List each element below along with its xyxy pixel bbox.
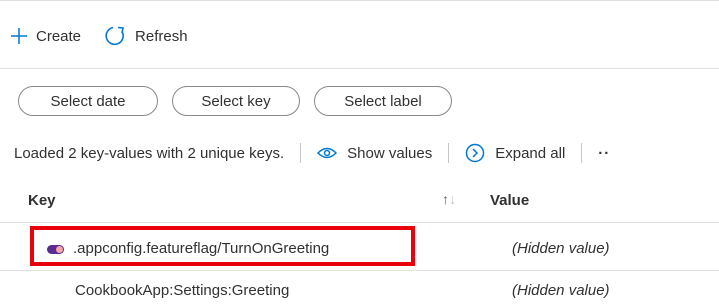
sort-down-icon: ↓ <box>449 191 456 207</box>
row-value: (Hidden value) <box>512 282 610 299</box>
refresh-button[interactable]: Refresh <box>103 24 188 48</box>
separator <box>448 143 450 163</box>
command-bar: Create Refresh <box>10 24 210 48</box>
select-label-button[interactable]: Select label <box>314 86 452 116</box>
separator <box>581 143 583 163</box>
row-divider <box>0 270 719 271</box>
row-key[interactable]: CookbookApp:Settings:Greeting <box>75 282 289 299</box>
sort-up-icon: ↑ <box>442 191 449 207</box>
expand-all-label: Expand all <box>495 144 566 162</box>
top-divider <box>0 0 719 1</box>
create-button[interactable]: Create <box>10 27 81 45</box>
refresh-label: Refresh <box>135 27 188 45</box>
create-label: Create <box>36 27 82 45</box>
header-divider <box>0 222 719 223</box>
more-actions-button[interactable]: ·· <box>598 145 610 162</box>
status-bar: Loaded 2 key-values with 2 unique keys. … <box>14 143 610 163</box>
show-values-label: Show values <box>347 144 433 162</box>
separator <box>300 143 302 163</box>
select-date-button[interactable]: Select date <box>18 86 158 116</box>
toolbar-divider <box>0 68 719 69</box>
row-value: (Hidden value) <box>512 240 610 257</box>
plus-icon <box>11 28 27 44</box>
chevron-right-circle-icon <box>465 143 485 163</box>
value-column-header[interactable]: Value <box>490 192 529 209</box>
filter-bar: Select date Select key Select label <box>18 86 466 116</box>
highlight-box <box>30 226 415 266</box>
loaded-status-text: Loaded 2 key-values with 2 unique keys. <box>14 144 285 162</box>
key-column-header[interactable]: Key <box>28 192 56 209</box>
show-values-button[interactable]: Show values <box>317 145 432 162</box>
expand-all-button[interactable]: Expand all <box>465 143 565 163</box>
sort-icon[interactable]: ↑↓ <box>442 191 456 207</box>
eye-icon <box>317 147 338 159</box>
select-key-button[interactable]: Select key <box>172 86 300 116</box>
refresh-icon <box>105 26 125 46</box>
